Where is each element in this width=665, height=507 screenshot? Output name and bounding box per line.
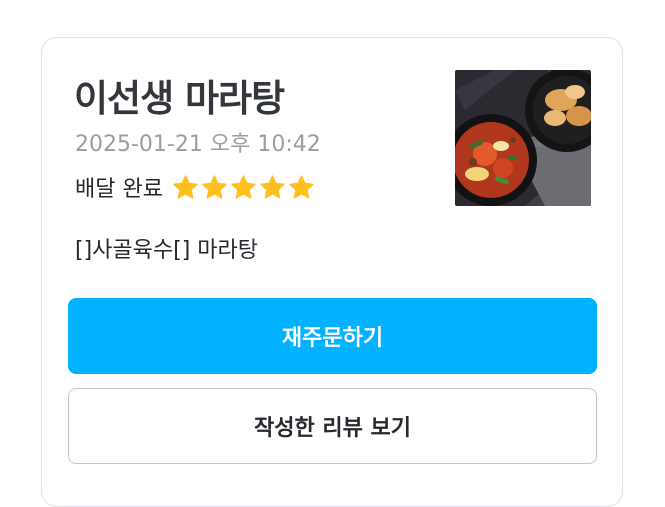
star-icon <box>173 174 198 199</box>
food-photo[interactable] <box>455 70 591 206</box>
reorder-button[interactable]: 재주문하기 <box>68 298 597 374</box>
star-icon <box>231 174 256 199</box>
status-row: 배달 완료 <box>75 170 317 204</box>
star-icon <box>289 174 314 199</box>
food-photo-icon <box>455 70 591 206</box>
star-icon <box>202 174 227 199</box>
rating-stars <box>172 174 317 201</box>
store-name[interactable]: 이선생 마라탕 <box>74 68 285 122</box>
view-review-button[interactable]: 작성한 리뷰 보기 <box>68 388 597 464</box>
delivery-status: 배달 완료 <box>75 177 163 202</box>
order-date: 2025-01-21 오후 10:42 <box>75 132 321 157</box>
menu-fade-overlay <box>250 230 420 264</box>
star-icon <box>260 174 285 199</box>
